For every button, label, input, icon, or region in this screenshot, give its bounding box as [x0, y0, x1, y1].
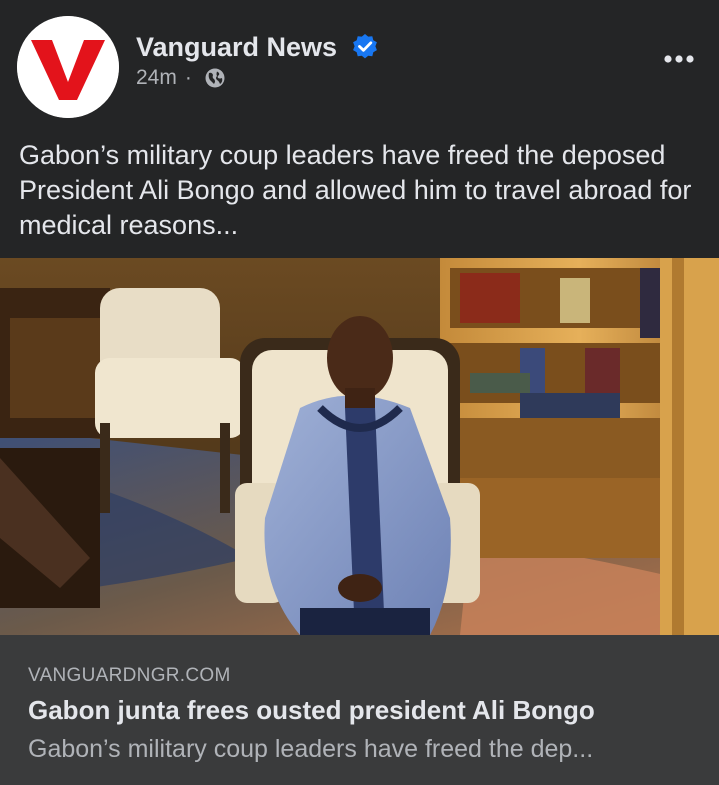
- facebook-post: Vanguard News 24m · Gabon’s military coup…: [0, 0, 719, 785]
- more-options-icon[interactable]: [656, 44, 702, 74]
- post-photo[interactable]: [0, 258, 719, 635]
- vanguard-logo-icon: [17, 16, 119, 118]
- post-header: Vanguard News 24m ·: [0, 0, 719, 130]
- meta-separator: ·: [184, 66, 192, 89]
- link-title[interactable]: Gabon junta frees ousted president Ali B…: [28, 695, 595, 726]
- link-description: Gabon’s military coup leaders have freed…: [28, 735, 594, 763]
- link-domain: VANGUARDNGR.COM: [28, 665, 231, 686]
- link-preview-card[interactable]: VANGUARDNGR.COM Gabon junta frees ousted…: [0, 635, 719, 785]
- page-avatar[interactable]: [17, 16, 119, 118]
- post-timestamp[interactable]: 24m: [136, 66, 177, 89]
- president-portrait-image: [0, 258, 719, 635]
- verified-badge-icon: [353, 34, 377, 59]
- post-meta: 24m ·: [136, 64, 200, 92]
- globe-icon: [205, 68, 225, 88]
- post-caption: Gabon’s military coup leaders have freed…: [19, 140, 692, 240]
- page-name[interactable]: Vanguard News: [136, 30, 337, 64]
